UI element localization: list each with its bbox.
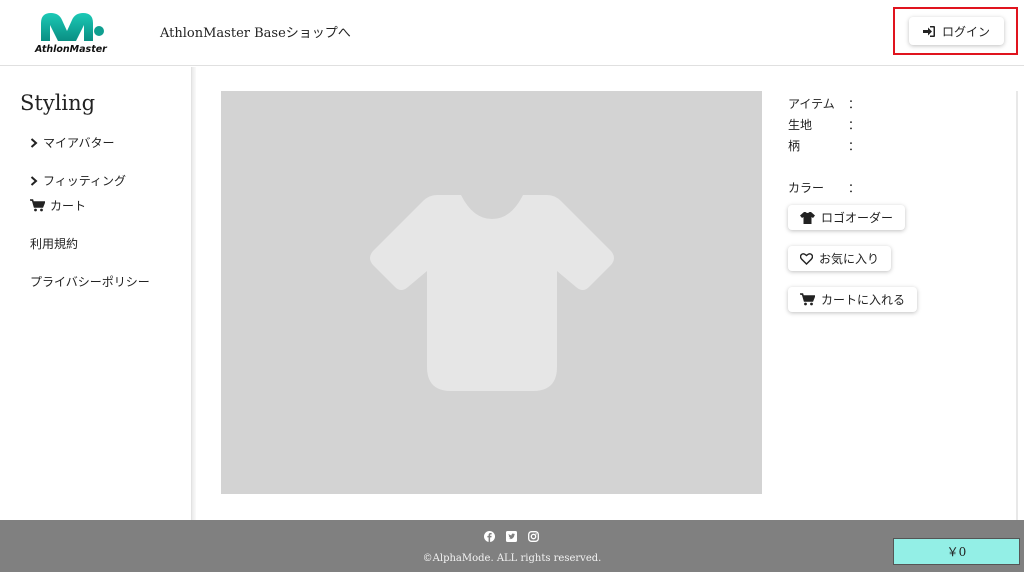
header: AthlonMaster AthlonMaster Baseショップへ ログイン xyxy=(0,0,1024,66)
social-links xyxy=(484,531,539,542)
svg-text:AthlonMaster: AthlonMaster xyxy=(34,44,108,55)
footer: ©AlphaMode. ALL rights reserved. xyxy=(0,520,1024,572)
heart-icon xyxy=(800,252,813,265)
twitter-icon[interactable] xyxy=(506,531,517,542)
copyright-text: ©AlphaMode. ALL rights reserved. xyxy=(422,553,602,564)
sidebar-item-privacy-policy[interactable]: プライバシーポリシー xyxy=(30,273,150,290)
logo-order-label: ロゴオーダー xyxy=(821,211,894,225)
color-separator: ： xyxy=(848,181,861,195)
favorite-label: お気に入り xyxy=(819,252,880,266)
sidebar-item-label: カート xyxy=(50,199,87,213)
tshirt-small-icon xyxy=(800,211,815,224)
item-label: アイテム xyxy=(788,97,835,111)
add-to-cart-button[interactable]: カートに入れる xyxy=(788,287,918,312)
facebook-icon[interactable] xyxy=(484,531,495,542)
pattern-separator: ： xyxy=(848,139,861,153)
sidebar-item-label: 利用規約 xyxy=(30,237,79,251)
product-image-placeholder xyxy=(221,91,762,494)
athlonmaster-logo[interactable]: AthlonMaster xyxy=(33,11,111,55)
item-separator: ： xyxy=(848,97,861,111)
sign-in-icon xyxy=(922,25,935,37)
sidebar-divider xyxy=(192,67,196,520)
tshirt-icon xyxy=(370,195,614,391)
cart-icon xyxy=(800,293,815,306)
detail-pattern-row: 柄 ： xyxy=(788,137,860,154)
login-label: ログイン xyxy=(941,24,990,39)
sidebar-item-terms[interactable]: 利用規約 xyxy=(30,235,78,252)
fabric-label: 生地 xyxy=(788,118,813,132)
instagram-icon[interactable] xyxy=(528,531,539,542)
login-button[interactable]: ログイン xyxy=(909,17,1004,45)
detail-fabric-row: 生地 ： xyxy=(788,116,860,133)
sidebar-item-label: プライバシーポリシー xyxy=(30,275,150,289)
favorite-button[interactable]: お気に入り xyxy=(788,246,892,271)
sidebar-item-cart[interactable]: カート xyxy=(30,197,86,214)
chevron-right-icon xyxy=(30,175,38,186)
color-label: カラー xyxy=(788,181,825,195)
sidebar-item-my-avatar[interactable]: マイアバター xyxy=(30,134,115,151)
shop-link[interactable]: AthlonMaster Baseショップへ xyxy=(160,22,351,41)
add-to-cart-label: カートに入れる xyxy=(821,293,906,307)
logo-order-button[interactable]: ロゴオーダー xyxy=(788,205,906,230)
sidebar-item-fitting[interactable]: フィッティング xyxy=(30,172,126,189)
chevron-right-icon xyxy=(30,137,38,148)
pattern-label: 柄 xyxy=(788,139,801,153)
fabric-separator: ： xyxy=(848,118,861,132)
sidebar-item-label: フィッティング xyxy=(43,174,127,188)
sidebar-title: Styling xyxy=(20,91,96,115)
scrollbar[interactable] xyxy=(1016,91,1018,520)
sidebar-item-label: マイアバター xyxy=(43,136,115,150)
cart-icon xyxy=(30,199,45,212)
detail-item-row: アイテム ： xyxy=(788,95,860,112)
detail-color-row: カラー ： xyxy=(788,179,860,196)
cart-total-display[interactable]: ￥0 xyxy=(893,538,1020,565)
